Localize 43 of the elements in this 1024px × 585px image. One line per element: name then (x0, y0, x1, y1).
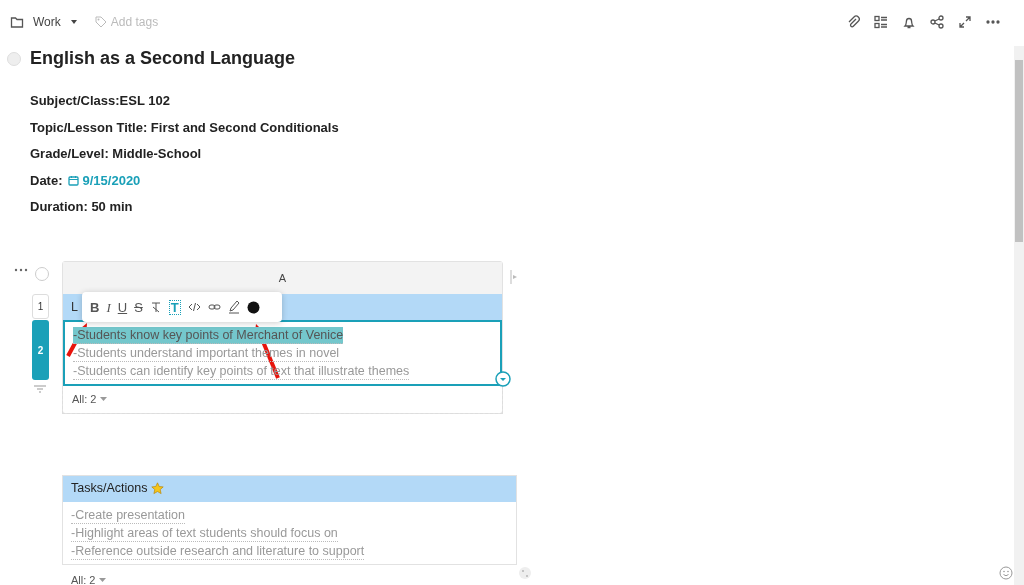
underline-button[interactable]: U (117, 300, 128, 314)
share-icon[interactable] (930, 15, 944, 29)
cell-text: -Students know key points of Merchant of Venice (73, 327, 344, 345)
caret-icon (70, 20, 77, 24)
folder-icon[interactable] (10, 15, 24, 29)
row-number[interactable]: 1 (32, 294, 49, 320)
more-icon[interactable] (14, 267, 28, 274)
bell-icon[interactable] (902, 15, 916, 29)
field-text: Subject/Class:ESL 102 (30, 92, 171, 111)
tag-icon (94, 16, 107, 28)
strikethrough-button[interactable]: S (134, 300, 143, 314)
attachment-icon[interactable] (846, 15, 860, 29)
scrollbar-thumb[interactable] (1015, 60, 1023, 242)
expand-icon[interactable] (958, 15, 972, 29)
field-text: Topic/Lesson Title: First and Second Conditionals (30, 118, 340, 137)
card-title: Tasks/Actions (71, 480, 148, 498)
calendar-icon (67, 174, 79, 186)
star-icon (151, 482, 165, 496)
column-header[interactable]: A (63, 262, 502, 295)
caret-icon (100, 397, 108, 402)
checkbox-circle[interactable] (35, 267, 49, 282)
italic-button[interactable]: I (106, 300, 111, 314)
column-toggle-icon[interactable] (510, 270, 518, 285)
link-icon[interactable] (207, 301, 221, 313)
cell-text: -Reference outside research and literature to support (71, 542, 365, 560)
field-text: Duration: 50 min (30, 198, 134, 217)
field-label: Date: (30, 171, 63, 190)
cell-text: -Highlight areas of text students should focus on (71, 524, 338, 542)
cell-text: -Create presentation (71, 506, 185, 524)
count-dropdown[interactable]: All: 2 (71, 390, 109, 409)
caret-icon (99, 577, 107, 582)
expand-down-icon[interactable] (495, 371, 511, 388)
cell-text: L (71, 299, 78, 316)
bold-button[interactable]: B (90, 300, 100, 314)
code-icon[interactable] (187, 301, 201, 313)
color-dot-icon[interactable] (246, 300, 260, 314)
count-dropdown[interactable]: All: 2 (70, 570, 108, 585)
pen-icon[interactable] (227, 300, 240, 314)
document-title: English as a Second Language (30, 48, 296, 70)
checklist-icon[interactable] (874, 15, 888, 29)
folder-dropdown[interactable]: Work (32, 12, 78, 32)
clear-format-icon[interactable] (149, 301, 162, 313)
field-text: Grade/Level: Middle-School (30, 145, 203, 164)
